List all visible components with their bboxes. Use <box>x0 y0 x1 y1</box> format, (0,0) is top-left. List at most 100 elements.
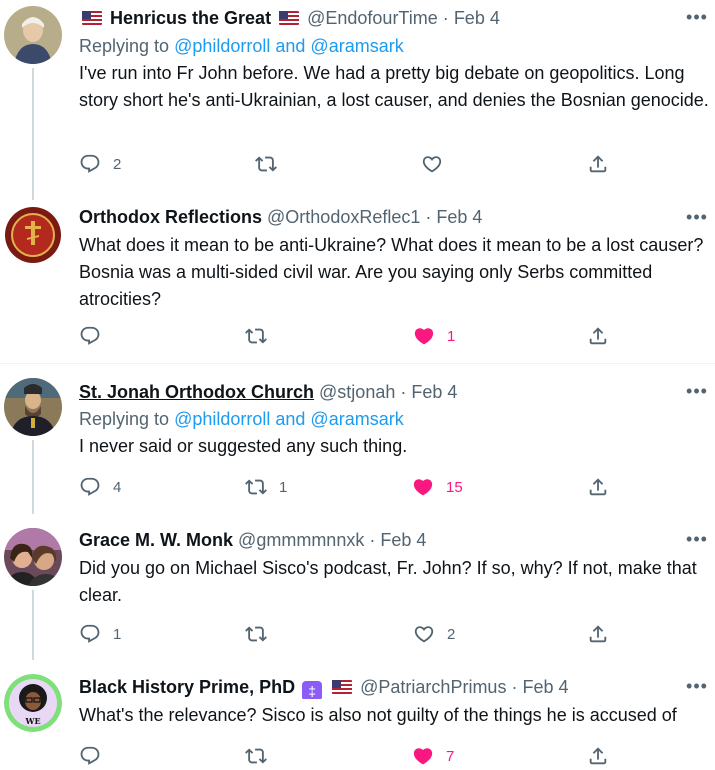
reply-button[interactable] <box>79 744 101 768</box>
reply-icon <box>79 745 101 767</box>
like-count: 1 <box>447 327 456 345</box>
tweet-text: I've run into Fr John before. We had a p… <box>79 63 709 110</box>
avatar[interactable] <box>4 206 62 264</box>
retweet-button[interactable] <box>245 744 267 768</box>
reply-count: 2 <box>113 155 122 173</box>
share-button[interactable] <box>587 475 609 499</box>
like-button[interactable]: 15 <box>412 475 463 499</box>
heart-filled-icon <box>412 476 434 498</box>
reply-icon <box>79 325 101 347</box>
display-name[interactable]: St. Jonah Orthodox Church <box>79 382 314 402</box>
like-count: 7 <box>446 747 455 765</box>
share-button[interactable] <box>587 324 609 348</box>
tweet-actions: 1 <box>79 324 619 348</box>
retweet-button[interactable]: 1 <box>245 475 287 499</box>
share-button[interactable] <box>587 152 609 176</box>
display-name[interactable]: Grace M. W. Monk <box>79 530 233 550</box>
like-count: 2 <box>447 625 456 643</box>
orthodox-cross-badge-icon: ‡ <box>302 681 323 699</box>
reply-button[interactable]: 2 <box>79 152 121 176</box>
retweet-button[interactable] <box>255 152 277 176</box>
tweet-header: Henricus the Great @EndofourTime · Feb 4 <box>79 6 675 30</box>
tweet-text: I never said or suggested any such thing… <box>79 436 408 456</box>
display-name[interactable]: Black History Prime, PhD <box>79 677 295 697</box>
avatar-label: WE <box>24 716 40 726</box>
tweet-header: Grace M. W. Monk @gmmmmnnxk · Feb 4 <box>79 528 675 552</box>
share-button[interactable] <box>587 622 609 646</box>
retweet-icon <box>245 745 267 767</box>
tweet-date[interactable]: Feb 4 <box>380 530 426 550</box>
like-count: 15 <box>446 478 463 496</box>
separator-dot: · <box>400 382 407 402</box>
share-icon <box>587 623 609 645</box>
user-handle[interactable]: @EndofourTime <box>307 8 438 28</box>
replying-to: Replying to @phildorroll and @aramsark <box>79 34 404 58</box>
share-icon <box>587 476 609 498</box>
reply-icon <box>79 153 101 175</box>
tweet-4[interactable]: Grace M. W. Monk @gmmmmnnxk · Feb 4 ••• … <box>0 514 715 660</box>
tweet-text: What does it mean to be anti-Ukraine? Wh… <box>79 235 704 309</box>
like-button[interactable]: 1 <box>413 324 455 348</box>
more-options-icon[interactable]: ••• <box>685 208 709 234</box>
more-options-icon[interactable]: ••• <box>685 382 709 408</box>
tweet-2[interactable]: Orthodox Reflections @OrthodoxReflec1 · … <box>0 200 715 362</box>
tweet-text: What's the relevance? Sisco is also not … <box>79 705 677 725</box>
more-options-icon[interactable]: ••• <box>685 530 709 556</box>
display-name[interactable]: Orthodox Reflections <box>79 207 262 227</box>
tweet-text: Did you go on Michael Sisco's podcast, F… <box>79 558 697 605</box>
tweet-header: Orthodox Reflections @OrthodoxReflec1 · … <box>79 205 675 229</box>
reply-count: 4 <box>113 478 122 496</box>
us-flag-icon <box>82 11 102 25</box>
tweet-date[interactable]: Feb 4 <box>522 677 568 697</box>
tweet-actions: 7 <box>79 744 619 768</box>
us-flag-icon <box>332 680 353 694</box>
retweet-button[interactable] <box>245 622 267 646</box>
replying-to: Replying to @phildorroll and @aramsark <box>79 407 404 431</box>
tweet-3[interactable]: St. Jonah Orthodox Church @stjonah · Feb… <box>0 364 715 514</box>
retweet-icon <box>255 153 277 175</box>
more-options-icon[interactable]: ••• <box>685 677 709 703</box>
reply-count: 1 <box>113 625 122 643</box>
user-handle[interactable]: @PatriarchPrimus <box>360 677 506 697</box>
replying-prefix: Replying to <box>79 409 170 429</box>
separator-dot: · <box>442 8 449 28</box>
avatar[interactable] <box>4 378 62 436</box>
replying-to-link[interactable]: @phildorroll and @aramsark <box>174 409 404 429</box>
more-options-icon[interactable]: ••• <box>685 8 709 34</box>
heart-icon <box>413 623 435 645</box>
heart-filled-icon <box>412 745 434 767</box>
user-handle[interactable]: @stjonah <box>319 382 395 402</box>
reply-button[interactable]: 4 <box>79 475 121 499</box>
reply-button[interactable]: 1 <box>79 622 121 646</box>
tweet-actions: 2 <box>79 152 619 176</box>
user-handle[interactable]: @gmmmmnnxk <box>238 530 364 550</box>
like-button[interactable]: 7 <box>412 744 454 768</box>
like-button[interactable] <box>421 152 443 176</box>
separator-dot: · <box>369 530 376 550</box>
replying-to-link[interactable]: @phildorroll and @aramsark <box>174 36 404 56</box>
reply-icon <box>79 623 101 645</box>
tweet-actions: 4 1 15 <box>79 475 619 499</box>
separator-dot: · <box>425 207 432 227</box>
tweet-actions: 1 2 <box>79 622 619 646</box>
retweet-icon <box>245 476 267 498</box>
retweet-count: 1 <box>279 478 288 496</box>
share-icon <box>587 153 609 175</box>
avatar[interactable] <box>4 6 62 64</box>
tweet-date[interactable]: Feb 4 <box>411 382 457 402</box>
tweet-date[interactable]: Feb 4 <box>436 207 482 227</box>
share-icon <box>587 745 609 767</box>
share-button[interactable] <box>587 744 609 768</box>
display-name[interactable]: Henricus the Great <box>110 8 271 28</box>
thread-line <box>32 440 34 514</box>
like-button[interactable]: 2 <box>413 622 455 646</box>
retweet-button[interactable] <box>245 324 267 348</box>
tweet-5[interactable]: WE Black History Prime, PhD ‡ @Patriarch… <box>0 660 715 770</box>
avatar[interactable]: WE <box>4 674 62 732</box>
avatar[interactable] <box>4 528 62 586</box>
tweet-1[interactable]: Henricus the Great @EndofourTime · Feb 4… <box>0 0 715 200</box>
tweet-date[interactable]: Feb 4 <box>454 8 500 28</box>
reply-button[interactable] <box>79 324 101 348</box>
user-handle[interactable]: @OrthodoxReflec1 <box>267 207 420 227</box>
us-flag-icon <box>279 11 300 25</box>
